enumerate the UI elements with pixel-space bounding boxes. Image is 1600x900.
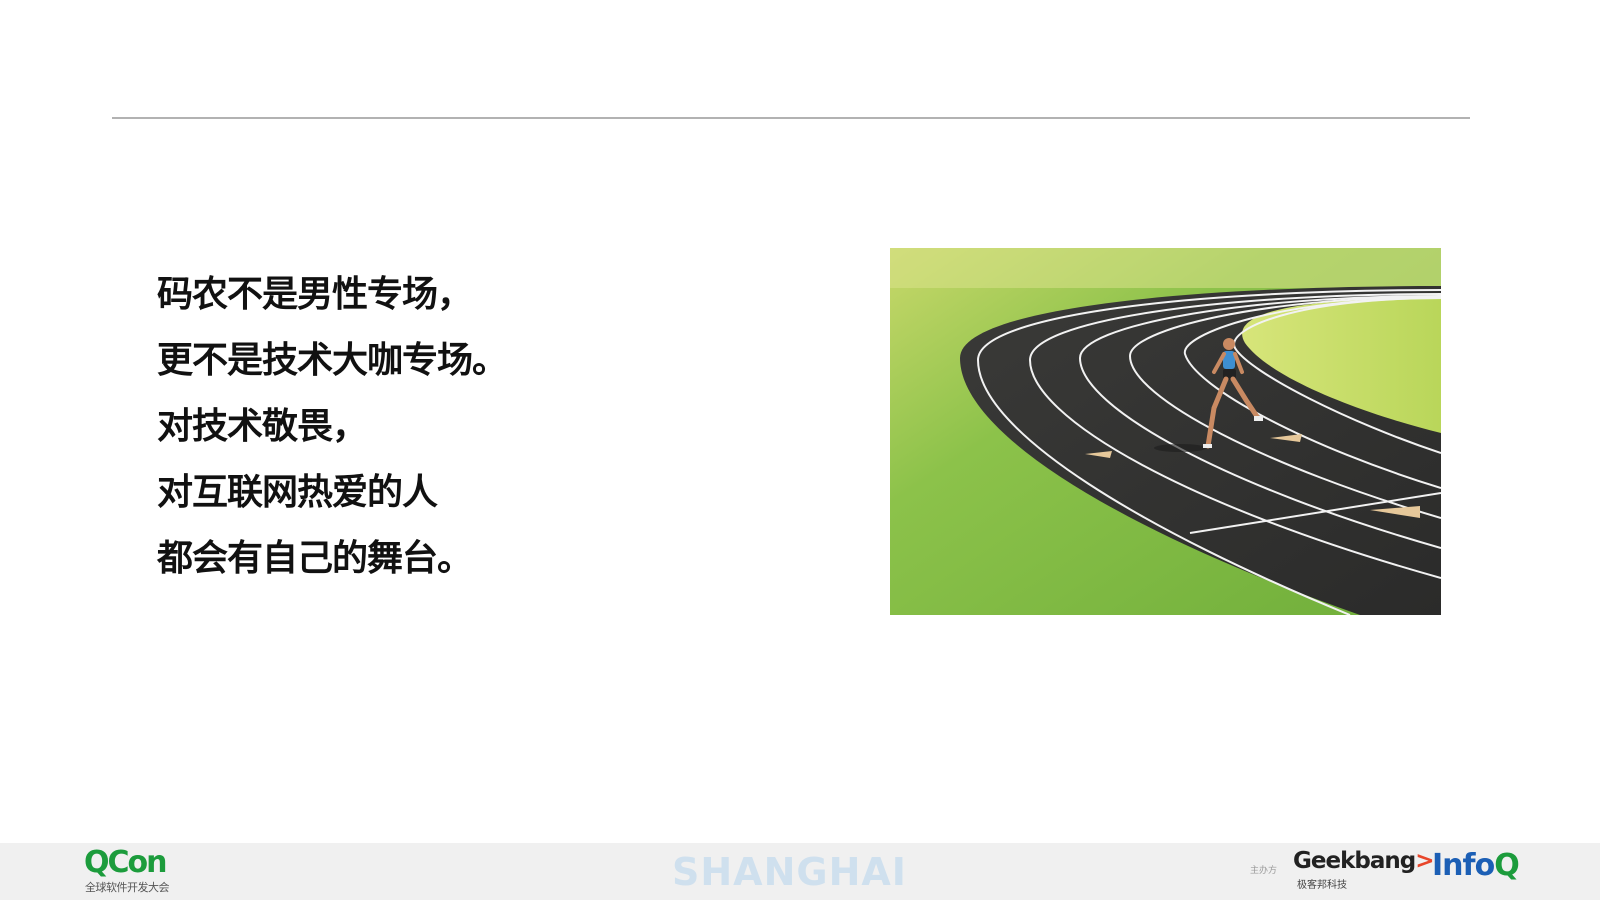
qcon-logo-subtitle: 全球软件开发大会: [85, 881, 170, 894]
top-divider: [112, 117, 1470, 119]
slogan-text-block: 码农不是男性专场， 更不是技术大咖专场。 对技术敬畏， 对互联网热爱的人 都会有…: [157, 262, 717, 592]
infoq-logo-q: Q: [1494, 848, 1519, 883]
slogan-line-4: 对互联网热爱的人: [157, 472, 438, 513]
geekbang-logo: Geekbang>. 极客邦科技: [1293, 848, 1442, 894]
geekbang-logo-subtitle: 极客邦科技: [1297, 880, 1347, 891]
slide: 码农不是男性专场， 更不是技术大咖专场。 对技术敬畏， 对互联网热爱的人 都会有…: [0, 0, 1600, 900]
footer-bar: QCon 全球软件开发大会 SHANGHAI 主办方 Geekbang>. 极客…: [0, 843, 1600, 900]
organizer-label: 主办方: [1250, 866, 1278, 876]
slogan-line-5: 都会有自己的舞台。: [157, 538, 473, 579]
city-label: SHANGHAI: [672, 850, 907, 894]
infoq-logo-main: Info: [1432, 848, 1495, 883]
slogan-line-3: 对技术敬畏，: [157, 406, 368, 447]
infoq-logo: InfoQ: [1432, 848, 1520, 883]
running-track-photo: [890, 248, 1441, 615]
slogan-line-1: 码农不是男性专场，: [157, 274, 473, 315]
geekbang-logo-text: Geekbang>.: [1293, 848, 1442, 874]
slogan-line-2: 更不是技术大咖专场。: [157, 340, 508, 381]
qcon-logo-text: QCon: [84, 845, 167, 880]
qcon-logo: QCon 全球软件开发大会: [84, 845, 194, 895]
geekbang-logo-main: Geekbang: [1293, 848, 1416, 874]
